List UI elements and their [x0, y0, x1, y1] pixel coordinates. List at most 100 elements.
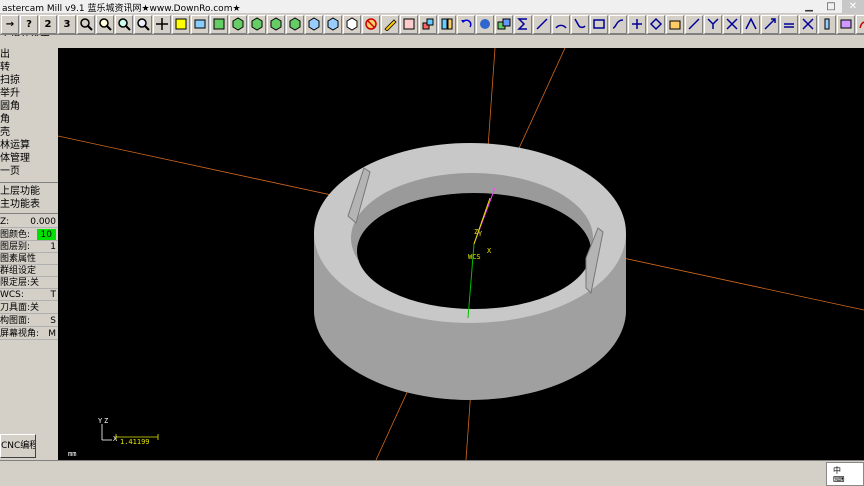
select-button[interactable] — [172, 14, 190, 34]
cube-side-button[interactable] — [267, 14, 285, 34]
wcs-label: WCS — [468, 253, 481, 261]
param-cplane-label: 构图面: — [0, 316, 31, 326]
pencil-button[interactable] — [381, 14, 399, 34]
contour-button[interactable] — [856, 14, 864, 34]
param-z-label: Z: — [0, 217, 10, 227]
param-cplane-value: S — [50, 316, 56, 326]
param-level[interactable]: 图层别: 1 — [0, 241, 58, 253]
screen-icon — [194, 19, 206, 29]
layers-button[interactable] — [495, 14, 513, 34]
no-entry-icon — [365, 18, 377, 30]
param-gview[interactable]: 屏幕视角: M — [0, 328, 58, 340]
surface-icon — [649, 17, 663, 31]
corner-z-label: Z — [104, 417, 108, 425]
cnc-programming-button[interactable]: CNC编程 — [0, 434, 36, 458]
graphics-viewport[interactable]: Z Y X WCS Y Z X 1.41199 mm — [58, 48, 864, 460]
param-z-depth[interactable]: Z: 0.000 — [0, 216, 58, 228]
view-button[interactable] — [210, 14, 228, 34]
arc-button[interactable] — [552, 14, 570, 34]
cube-iso-button[interactable] — [286, 14, 304, 34]
toolbar-button-help[interactable]: ? — [20, 14, 38, 34]
close-button[interactable]: ✕ — [842, 0, 864, 14]
menu-item-boolean[interactable]: 林运算 — [0, 139, 58, 152]
menu-item-shell[interactable]: 壳 — [0, 126, 58, 139]
menu-item-back-up[interactable]: 上层功能 — [0, 185, 58, 198]
cube-view-icon — [308, 17, 320, 31]
no-entry-button[interactable] — [362, 14, 380, 34]
sigma-button[interactable] — [514, 14, 532, 34]
surface-button[interactable] — [647, 14, 665, 34]
screen-button[interactable] — [191, 14, 209, 34]
rectangle-button[interactable] — [590, 14, 608, 34]
zoom-fit-button[interactable] — [77, 14, 95, 34]
param-attributes[interactable]: 图素属性 — [0, 253, 58, 265]
join-icon — [745, 17, 757, 30]
param-gview-value: M — [48, 329, 56, 339]
fillet-button[interactable] — [571, 14, 589, 34]
break-button[interactable] — [723, 14, 741, 34]
cube-plane-button[interactable] — [324, 14, 342, 34]
trim-button[interactable] — [704, 14, 722, 34]
point-icon — [632, 19, 642, 29]
menu-item-loft[interactable]: 举升 — [0, 87, 58, 100]
zoom-in-button[interactable] — [115, 14, 133, 34]
cube-top-button[interactable] — [229, 14, 247, 34]
input-method-tray[interactable]: 中 ⌨ — [826, 462, 864, 486]
eraser-button[interactable] — [400, 14, 418, 34]
view-icon — [213, 18, 225, 30]
zoom-out-button[interactable] — [134, 14, 152, 34]
undo-button[interactable] — [457, 14, 475, 34]
cube-cplane-button[interactable] — [343, 14, 361, 34]
menu-item-revolve[interactable]: 转 — [0, 61, 58, 74]
menu-item-extrude[interactable]: 出 — [0, 48, 58, 61]
spline-button[interactable] — [609, 14, 627, 34]
chamfer-button[interactable] — [685, 14, 703, 34]
param-color[interactable]: 图颜色: 10 — [0, 229, 58, 241]
param-wcs[interactable]: WCS: T — [0, 289, 58, 301]
status-bar — [0, 460, 864, 486]
zoom-window-button[interactable] — [96, 14, 114, 34]
zoom-out-icon — [137, 18, 150, 31]
sphere-button[interactable] — [476, 14, 494, 34]
toolbar-button-arrow[interactable]: → — [1, 14, 19, 34]
spline-icon — [612, 19, 624, 29]
pan-icon — [156, 18, 168, 30]
cube-side-icon — [270, 17, 282, 31]
point-button[interactable] — [628, 14, 646, 34]
maximize-button[interactable]: □ — [820, 0, 842, 14]
param-groups[interactable]: 群组设定 — [0, 265, 58, 277]
menu-item-solid-manager[interactable]: 体管理 — [0, 152, 58, 165]
cube-front-button[interactable] — [248, 14, 266, 34]
menu-item-main-menu[interactable]: 主功能表 — [0, 198, 58, 211]
zoom-window-icon — [99, 18, 112, 31]
menu-separator — [0, 182, 58, 183]
cube-view-button[interactable] — [305, 14, 323, 34]
corner-x-label: X — [113, 435, 118, 443]
modify-button[interactable] — [799, 14, 817, 34]
toolbar-button-2d[interactable]: 2 — [39, 14, 57, 34]
modify-icon — [802, 18, 814, 30]
break-icon — [726, 18, 738, 30]
transform-button[interactable] — [419, 14, 437, 34]
layers-icon — [497, 18, 511, 30]
pocket-button[interactable] — [837, 14, 855, 34]
viewport-canvas[interactable]: Z Y X WCS Y Z X 1.41199 mm — [58, 48, 864, 460]
menu-item-sweep[interactable]: 扫掠 — [0, 74, 58, 87]
offset-button[interactable] — [780, 14, 798, 34]
param-mask[interactable]: 限定层:关 — [0, 277, 58, 289]
menu-item-chamfer[interactable]: 角 — [0, 113, 58, 126]
drill-button[interactable] — [818, 14, 836, 34]
menu-item-next-page[interactable]: 一页 — [0, 165, 58, 178]
menu-item-fillet[interactable]: 圆角 — [0, 100, 58, 113]
folder-button[interactable] — [666, 14, 684, 34]
mirror-button[interactable] — [438, 14, 456, 34]
extend-button[interactable] — [761, 14, 779, 34]
param-tplane[interactable]: 刀具面:关 — [0, 302, 58, 314]
param-cplane[interactable]: 构图面: S — [0, 315, 58, 327]
pan-button[interactable] — [153, 14, 171, 34]
toolbar-button-3d[interactable]: 3 — [58, 14, 76, 34]
join-button[interactable] — [742, 14, 760, 34]
contour-icon — [859, 21, 864, 29]
line-button[interactable] — [533, 14, 551, 34]
minimize-button[interactable]: ▁ — [798, 0, 820, 14]
